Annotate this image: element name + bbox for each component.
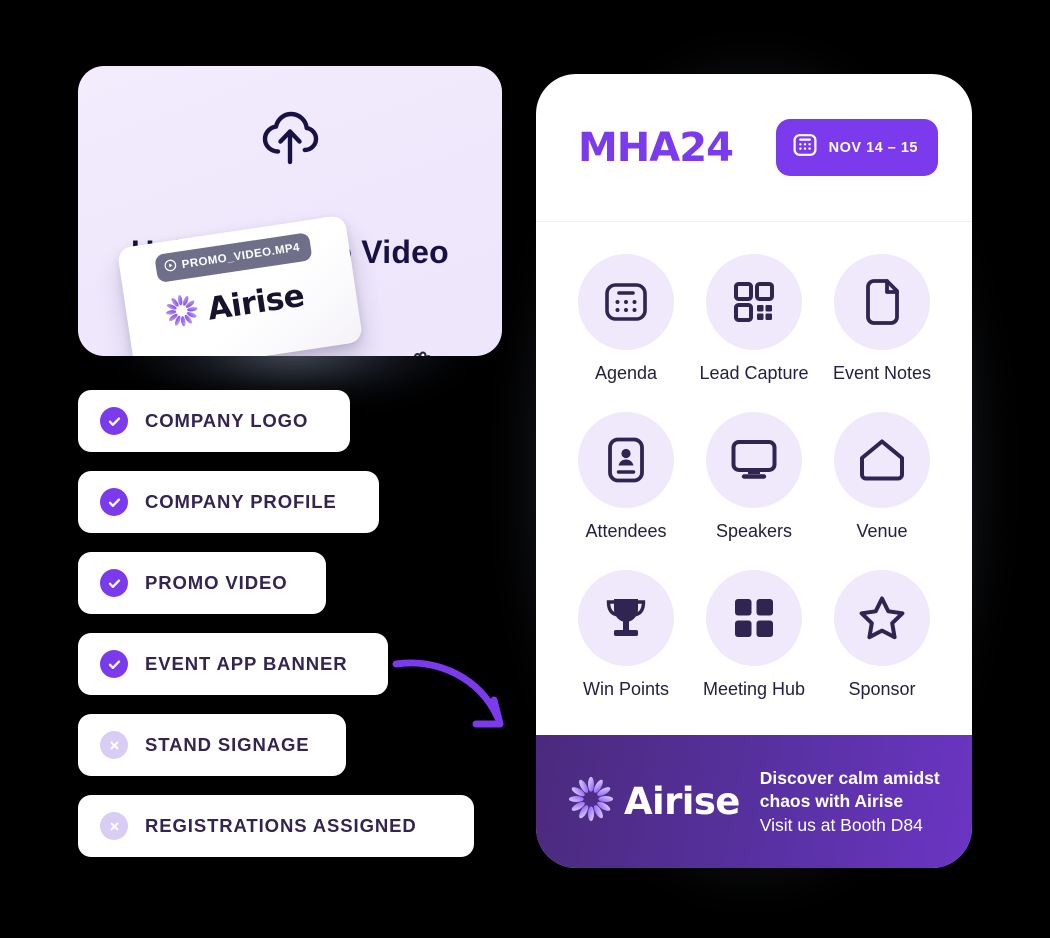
airise-flower-logo [162,291,201,335]
curved-arrow-icon [392,638,522,743]
airise-brand-name: Airise [205,277,307,328]
app-header: MHA24 NOV 14 – 15 [536,74,972,222]
home-icon [834,412,930,508]
app-tile-label: Venue [856,521,908,541]
cloud-upload-icon [259,110,321,171]
promo-line-2: chaos with Airise [759,791,904,812]
app-tile-label: Lead Capture [699,363,809,383]
checklist-item[interactable]: PROMO VIDEO [78,552,326,614]
app-tile-label: Event Notes [832,363,932,383]
checklist-item[interactable]: EVENT APP BANNER [78,633,388,695]
star-icon [834,570,930,666]
promo-line-3: Visit us at Booth D84 [759,814,923,835]
app-tile-label: Speakers [715,521,793,541]
app-tile[interactable]: Lead Capture [690,254,818,384]
check-circle-icon [100,407,128,435]
checklist-item[interactable]: STAND SIGNAGE [78,714,346,776]
x-circle-icon [100,812,128,840]
event-date-badge[interactable]: NOV 14 – 15 [775,119,938,176]
file-name-text: PROMO_VIDEO.MP4 [181,241,301,272]
app-tile[interactable]: Win Points [562,570,690,700]
promo-line-1: Discover calm amidst [759,768,940,789]
grab-hand-cursor [403,348,443,356]
calendar-agenda-icon [578,254,674,350]
check-circle-icon [100,569,128,597]
airise-banner-name: Airise [624,780,740,823]
checklist-item-label: STAND SIGNAGE [145,734,310,755]
checklist-item-label: REGISTRATIONS ASSIGNED [145,815,417,836]
app-tile-label: Win Points [582,679,670,699]
app-feature-grid: Agenda Lead Capture Event Notes Attendee… [536,222,972,700]
checklist-item-label: COMPANY PROFILE [145,491,337,512]
checklist-item-label: EVENT APP BANNER [145,653,348,674]
event-date-text: NOV 14 – 15 [828,139,918,156]
sponsor-promo-copy: Discover calm amidst chaos with Airise V… [760,767,940,836]
x-circle-icon [100,731,128,759]
app-tile-label: Attendees [585,521,667,541]
airise-brand-lockup: Airise [162,276,306,335]
event-logo: MHA24 [578,124,734,171]
document-icon [834,254,930,350]
app-tile[interactable]: Speakers [690,412,818,542]
upload-promo-video-card[interactable]: Upload Promo Video PROMO_VIDEO.MP4 [78,66,502,356]
checklist-item[interactable]: REGISTRATIONS ASSIGNED [78,795,474,857]
id-badge-person-icon [578,412,674,508]
qr-code-icon [706,254,802,350]
calendar-icon [792,132,818,163]
checklist-item-label: PROMO VIDEO [145,572,288,593]
file-name-badge: PROMO_VIDEO.MP4 [154,232,313,283]
checklist-item[interactable]: COMPANY PROFILE [78,471,379,533]
monitor-screen-icon [706,412,802,508]
airise-banner-lockup: Airise [568,776,740,827]
sponsor-promo-banner[interactable]: Airise Discover calm amidst chaos with A… [536,735,972,868]
app-tile[interactable]: Attendees [562,412,690,542]
checklist-item-label: COMPANY LOGO [145,410,309,431]
app-tile[interactable]: Venue [818,412,946,542]
grid-squares-icon [706,570,802,666]
airise-flower-logo [568,776,614,827]
play-circle-icon [163,258,178,276]
trophy-icon [578,570,674,666]
checklist-item[interactable]: COMPANY LOGO [78,390,350,452]
check-circle-icon [100,488,128,516]
check-circle-icon [100,650,128,678]
app-tile[interactable]: Sponsor [818,570,946,700]
app-tile[interactable]: Event Notes [818,254,946,384]
app-tile[interactable]: Agenda [562,254,690,384]
app-tile[interactable]: Meeting Hub [690,570,818,700]
app-tile-label: Sponsor [848,679,916,699]
event-app-phone-mockup: MHA24 NOV 14 – 15 Agenda Lead Capture Ev… [536,74,972,868]
app-tile-label: Agenda [594,363,658,383]
screenshot-root: Upload Promo Video PROMO_VIDEO.MP4 [0,0,1050,938]
app-tile-label: Meeting Hub [702,679,806,699]
